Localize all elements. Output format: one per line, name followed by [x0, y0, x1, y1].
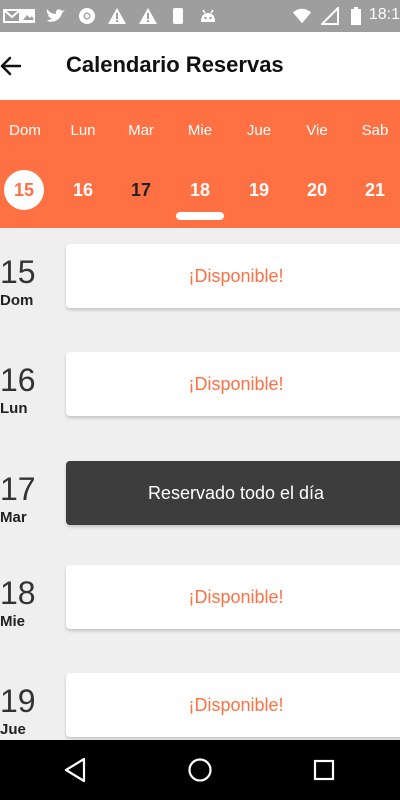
day-weekday: Dom — [0, 292, 34, 309]
day-button[interactable]: 18 — [180, 170, 220, 210]
weekday-label: Vie — [306, 122, 328, 139]
weekday-label: Jue — [246, 122, 272, 139]
day-number: 19 — [0, 683, 36, 719]
availability-card[interactable]: ¡Disponible! — [66, 244, 400, 308]
wifi-icon — [292, 6, 312, 26]
status-bar: 18:1 — [0, 0, 400, 32]
clock: 18:1 — [368, 6, 400, 23]
day-weekday: Lun — [0, 400, 28, 417]
list-item: 18 Mie ¡Disponible! — [0, 565, 400, 635]
day-button[interactable]: 20 — [297, 170, 337, 210]
week-selector: Dom Lun Mar Mie Jue Vie Sab 15 16 17 18 … — [0, 100, 400, 228]
recents-square-icon[interactable] — [310, 756, 338, 784]
list-item: 16 Lun ¡Disponible! — [0, 352, 400, 422]
battery-icon — [346, 6, 366, 26]
weekday-label: Mar — [128, 122, 154, 139]
day-number: 15 — [0, 254, 36, 290]
weekday-label: Sab — [361, 122, 389, 139]
day-button-selected[interactable]: 15 — [4, 170, 44, 210]
chrome-icon — [77, 6, 97, 26]
list-item: 19 Jue ¡Disponible! — [0, 673, 400, 743]
image-icon — [18, 6, 38, 26]
arrow-left-icon[interactable] — [0, 50, 24, 82]
app-bar: Calendario Reservas — [0, 32, 400, 100]
day-weekday: Mar — [0, 509, 27, 526]
weekday-label: Dom — [9, 122, 41, 139]
page-title: Calendario Reservas — [66, 52, 284, 77]
day-number: 17 — [0, 471, 36, 507]
warning-icon — [107, 6, 127, 26]
day-button-reserved[interactable]: 17 — [121, 170, 161, 210]
availability-card[interactable]: ¡Disponible! — [66, 352, 400, 416]
weekday-label: Lun — [70, 122, 96, 139]
list-item: 17 Mar Reservado todo el día — [0, 461, 400, 531]
weekday-label: Mie — [187, 122, 213, 139]
day-button[interactable]: 16 — [63, 170, 103, 210]
back-triangle-icon[interactable] — [62, 756, 90, 784]
reserved-card[interactable]: Reservado todo el día — [66, 461, 400, 525]
day-button[interactable]: 19 — [239, 170, 279, 210]
no-sim-icon — [320, 6, 340, 26]
day-number: 16 — [0, 362, 36, 398]
twitter-icon — [46, 6, 66, 26]
home-circle-icon[interactable] — [186, 756, 214, 784]
sd-card-icon — [168, 6, 188, 26]
day-button[interactable]: 21 — [355, 170, 395, 210]
warning-icon — [138, 6, 158, 26]
list-item: 15 Dom ¡Disponible! — [0, 244, 400, 314]
day-number: 18 — [0, 575, 36, 611]
nav-bar — [0, 740, 400, 800]
android-icon — [198, 6, 218, 26]
day-weekday: Jue — [0, 721, 26, 738]
day-weekday: Mie — [0, 613, 26, 630]
availability-card[interactable]: ¡Disponible! — [66, 565, 400, 629]
week-drag-handle[interactable] — [176, 212, 224, 220]
availability-card[interactable]: ¡Disponible! — [66, 673, 400, 737]
